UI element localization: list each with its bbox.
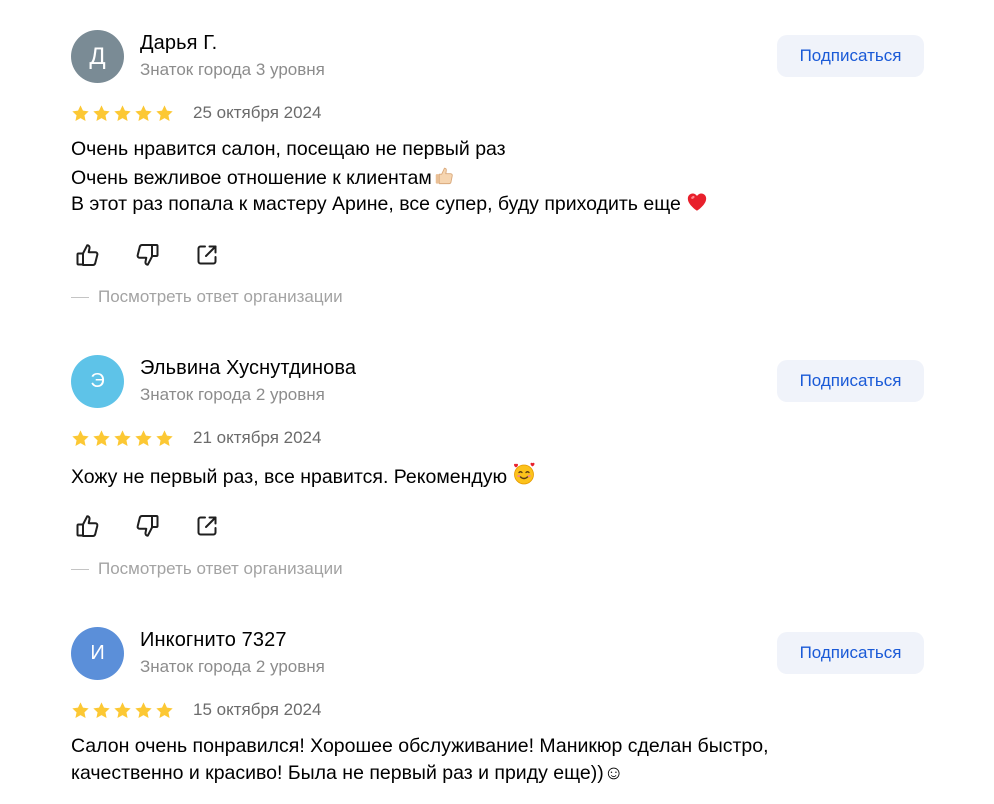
avatar-letter: И bbox=[90, 642, 105, 664]
star-icon bbox=[134, 429, 153, 448]
author-level: Знаток города 2 уровня bbox=[140, 657, 325, 676]
view-org-reply-link[interactable]: Посмотреть ответ организации bbox=[71, 287, 343, 307]
avatar[interactable]: И bbox=[71, 627, 124, 680]
avatar[interactable]: Д bbox=[71, 30, 124, 83]
review-date: 21 октября 2024 bbox=[193, 428, 322, 447]
review-text-line: Хожу не первый раз, все нравится. Рекоме… bbox=[71, 462, 536, 492]
review-text-line: В этот раз попала к мастеру Арине, все с… bbox=[71, 191, 708, 219]
red-heart-emoji bbox=[686, 191, 708, 219]
star-icon bbox=[71, 429, 90, 448]
share-button[interactable] bbox=[192, 240, 222, 270]
avatar-letter: Э bbox=[90, 370, 105, 392]
share-icon bbox=[197, 245, 217, 265]
like-button[interactable] bbox=[73, 511, 103, 541]
review-text: Очень нравится салон, посещаю не первый … bbox=[71, 138, 506, 160]
view-org-reply-link[interactable]: Посмотреть ответ организации bbox=[71, 559, 343, 579]
thumbs-up-emoji bbox=[433, 165, 455, 193]
star-icon bbox=[134, 701, 153, 720]
thumbs-up-icon bbox=[76, 244, 99, 266]
review-text-line: качественно и красиво! Была не первый ра… bbox=[71, 762, 624, 785]
review-date: 25 октября 2024 bbox=[193, 103, 322, 122]
subscribe-button[interactable]: Подписаться bbox=[777, 632, 924, 674]
thumbs-down-icon bbox=[136, 244, 159, 266]
review-date: 15 октября 2024 bbox=[193, 700, 322, 719]
star-icon bbox=[155, 104, 174, 123]
review-text-line: Салон очень понравился! Хорошее обслужив… bbox=[71, 735, 769, 758]
rating-stars bbox=[71, 701, 174, 721]
star-icon bbox=[92, 104, 111, 123]
thumbs-up-icon bbox=[76, 515, 99, 537]
dislike-button[interactable] bbox=[132, 511, 162, 541]
dash-divider bbox=[71, 569, 89, 571]
subscribe-button[interactable]: Подписаться bbox=[777, 360, 924, 402]
star-icon bbox=[71, 104, 90, 123]
thumbs-down-icon bbox=[136, 515, 159, 537]
rating-stars bbox=[71, 429, 174, 449]
org-reply-label: Посмотреть ответ организации bbox=[98, 287, 343, 306]
review-text: В этот раз попала к мастеру Арине, все с… bbox=[71, 193, 681, 215]
review-text: Очень вежливое отношение к клиентам bbox=[71, 167, 432, 189]
star-icon bbox=[71, 701, 90, 720]
avatar-letter: Д bbox=[89, 42, 106, 70]
star-icon bbox=[113, 701, 132, 720]
dash-divider bbox=[71, 297, 89, 299]
author-level: Знаток города 3 уровня bbox=[140, 60, 325, 79]
subscribe-button[interactable]: Подписаться bbox=[777, 35, 924, 77]
review-text: качественно и красиво! Была не первый ра… bbox=[71, 762, 624, 784]
star-icon bbox=[134, 104, 153, 123]
rating-stars bbox=[71, 104, 174, 124]
avatar[interactable]: Э bbox=[71, 355, 124, 408]
share-button[interactable] bbox=[192, 511, 222, 541]
star-icon bbox=[155, 429, 174, 448]
author-name[interactable]: Дарья Г. bbox=[140, 32, 217, 55]
smiling-face-with-hearts-emoji bbox=[512, 462, 536, 492]
share-icon bbox=[197, 516, 217, 536]
author-level: Знаток города 2 уровня bbox=[140, 385, 325, 404]
star-icon bbox=[113, 104, 132, 123]
org-reply-label: Посмотреть ответ организации bbox=[98, 559, 343, 578]
review-text-line: Очень вежливое отношение к клиентам bbox=[71, 165, 455, 193]
star-icon bbox=[113, 429, 132, 448]
star-icon bbox=[155, 701, 174, 720]
like-button[interactable] bbox=[73, 240, 103, 270]
dislike-button[interactable] bbox=[132, 240, 162, 270]
author-name[interactable]: Инкогнито 7327 bbox=[140, 629, 287, 652]
review-text: Хожу не первый раз, все нравится. Рекоме… bbox=[71, 466, 508, 488]
star-icon bbox=[92, 701, 111, 720]
review-text: Салон очень понравился! Хорошее обслужив… bbox=[71, 735, 769, 757]
author-name[interactable]: Эльвина Хуснутдинова bbox=[140, 357, 356, 380]
review-text-line: Очень нравится салон, посещаю не первый … bbox=[71, 138, 506, 161]
star-icon bbox=[92, 429, 111, 448]
